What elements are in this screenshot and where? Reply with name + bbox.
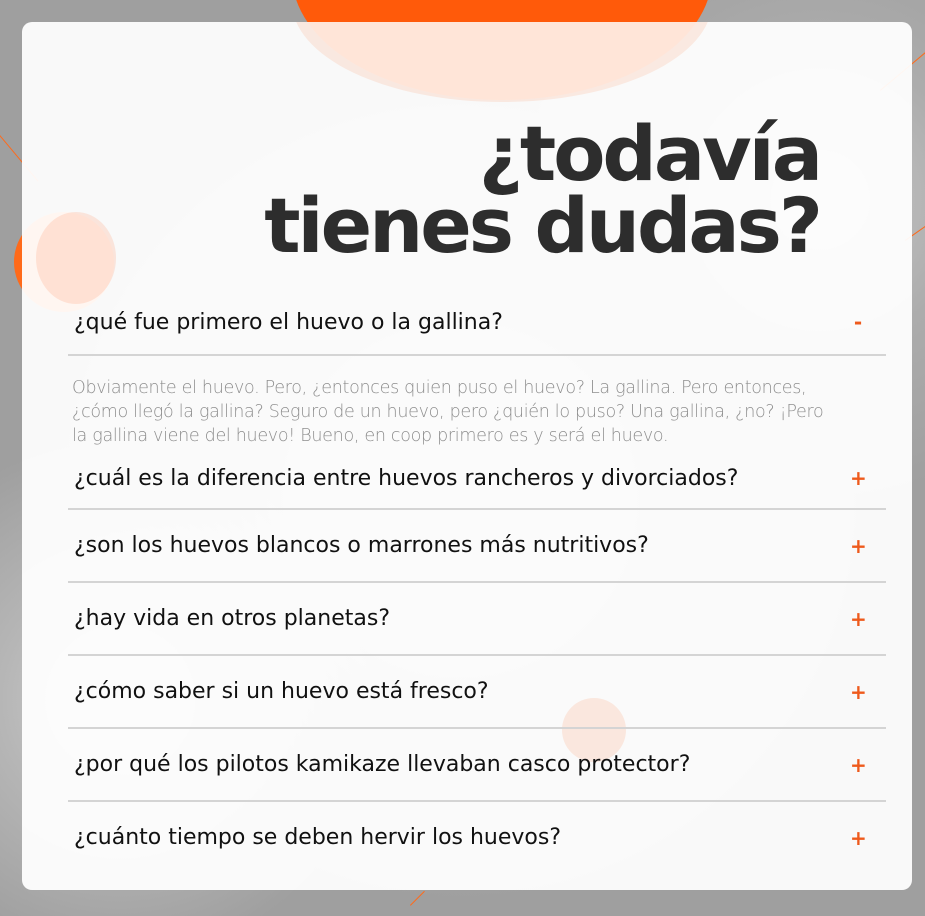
faq-question-row[interactable]: ¿por qué los pilotos kamikaze llevaban c… (68, 729, 886, 800)
expand-icon[interactable]: + (850, 466, 867, 490)
faq-question: ¿cómo saber si un huevo está fresco? (74, 679, 489, 704)
page-title: ¿todavía tienes dudas? (264, 116, 823, 264)
card-decoration-circle (292, 22, 712, 102)
faq-question-row[interactable]: ¿qué fue primero el huevo o la gallina? … (68, 290, 886, 356)
faq-question: ¿son los huevos blancos o marrones más n… (74, 533, 649, 558)
faq-question: ¿qué fue primero el huevo o la gallina? (74, 309, 503, 335)
faq-item: ¿son los huevos blancos o marrones más n… (68, 510, 886, 583)
faq-item: ¿cuál es la diferencia entre huevos ranc… (68, 448, 886, 510)
faq-list: ¿qué fue primero el huevo o la gallina? … (68, 290, 886, 873)
expand-icon[interactable]: + (850, 607, 867, 631)
faq-answer: Obviamente el huevo. Pero, ¿entonces qui… (72, 378, 824, 446)
faq-item: ¿cuánto tiempo se deben hervir los huevo… (68, 802, 886, 873)
faq-question-row[interactable]: ¿cuál es la diferencia entre huevos ranc… (68, 448, 886, 508)
faq-card: ¿todavía tienes dudas? ¿qué fue primero … (22, 22, 912, 890)
expand-icon[interactable]: + (850, 680, 867, 704)
faq-question: ¿hay vida en otros planetas? (74, 606, 391, 631)
expand-icon[interactable]: + (850, 753, 867, 777)
page-title-line2: tienes dudas? (264, 181, 823, 270)
faq-question: ¿cuánto tiempo se deben hervir los huevo… (74, 825, 562, 850)
faq-item: ¿cómo saber si un huevo está fresco? + (68, 656, 886, 729)
faq-question-row[interactable]: ¿cómo saber si un huevo está fresco? + (68, 656, 886, 727)
faq-question-row[interactable]: ¿hay vida en otros planetas? + (68, 583, 886, 654)
faq-question-row[interactable]: ¿cuánto tiempo se deben hervir los huevo… (68, 802, 886, 873)
faq-question: ¿cuál es la diferencia entre huevos ranc… (74, 465, 739, 491)
expand-icon[interactable]: + (850, 534, 867, 558)
faq-item: ¿por qué los pilotos kamikaze llevaban c… (68, 729, 886, 802)
faq-item: ¿qué fue primero el huevo o la gallina? … (68, 290, 886, 448)
faq-question-row[interactable]: ¿son los huevos blancos o marrones más n… (68, 510, 886, 581)
collapse-icon[interactable]: - (850, 310, 866, 334)
faq-question: ¿por qué los pilotos kamikaze llevaban c… (74, 752, 691, 777)
faq-item: ¿hay vida en otros planetas? + (68, 583, 886, 656)
expand-icon[interactable]: + (850, 826, 867, 850)
